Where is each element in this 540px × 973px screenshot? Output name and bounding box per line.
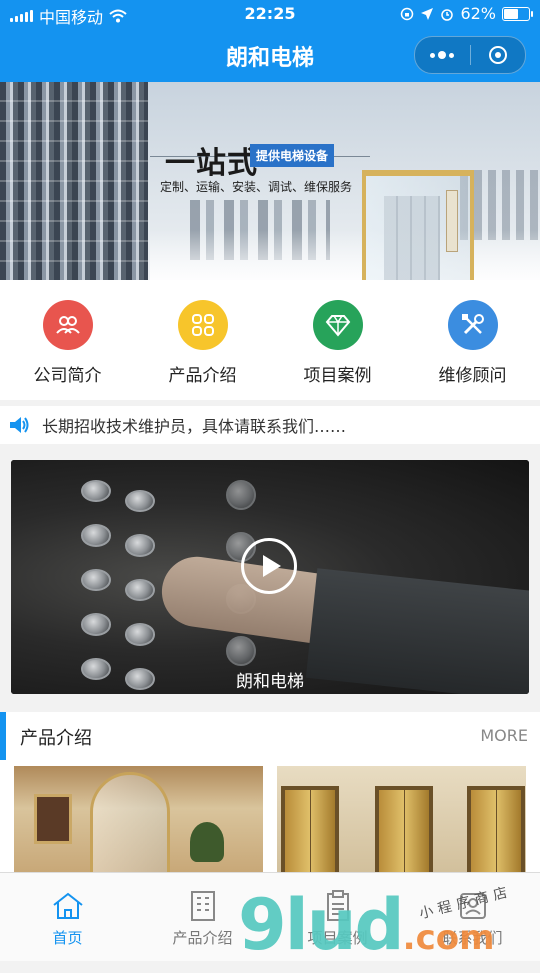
video-player[interactable]: 朗和电梯	[11, 460, 529, 694]
diamond-icon	[325, 315, 350, 337]
menu-item-maintenance[interactable]: 维修顾问	[405, 280, 540, 400]
tab-label: 产品介绍	[172, 929, 233, 947]
home-icon	[52, 892, 83, 919]
menu-item-company[interactable]: 公司简介	[0, 280, 135, 400]
notice-text: 长期招收技术维护员，具体请联系我们……	[42, 417, 347, 436]
menu-icon-bg	[447, 300, 498, 350]
rotation-lock-icon	[401, 7, 414, 20]
video-caption: 朗和电梯	[236, 672, 304, 692]
banner-tag: 提供电梯设备	[250, 144, 335, 167]
skyscraper-image	[0, 82, 148, 280]
nav-bar: 朗和电梯	[0, 28, 540, 82]
more-dots-icon	[430, 51, 455, 59]
product-card-villa-elevator[interactable]	[14, 766, 263, 872]
elevator-control-panel	[446, 190, 458, 252]
menu-label: 项目案例	[303, 366, 372, 386]
people-icon	[55, 316, 80, 334]
speaker-icon	[10, 417, 29, 433]
section-title: 产品介绍	[20, 728, 92, 749]
alarm-icon	[441, 8, 454, 21]
battery-percent: 62%	[460, 4, 496, 23]
menu-item-products[interactable]: 产品介绍	[135, 280, 270, 400]
building-icon	[190, 891, 215, 921]
banner-services: 定制、运输、安装、调试、维保服务	[160, 180, 353, 194]
menu-label: 维修顾问	[438, 366, 507, 386]
tools-icon	[461, 314, 484, 335]
tab-label: 首页	[52, 929, 83, 947]
grid-icon	[191, 314, 214, 336]
product-section-header: 产品介绍 MORE	[0, 712, 540, 760]
menu-item-projects[interactable]: 项目案例	[270, 280, 405, 400]
quick-menu: 公司简介 产品介绍 项目案例 维修顾问	[0, 280, 540, 400]
menu-icon-bg	[312, 300, 363, 350]
close-button[interactable]	[471, 37, 526, 73]
close-target-icon	[488, 46, 507, 64]
tab-home[interactable]: 首页	[0, 873, 135, 961]
battery-fill	[504, 8, 518, 19]
product-list	[0, 760, 540, 872]
play-button[interactable]	[241, 538, 297, 594]
menu-label: 公司简介	[33, 366, 102, 386]
mini-program-capsule	[414, 36, 526, 74]
product-card-passenger-elevator[interactable]	[277, 766, 526, 872]
more-link[interactable]: MORE	[480, 726, 528, 745]
more-button[interactable]	[415, 37, 470, 73]
menu-label: 产品介绍	[168, 366, 237, 386]
status-bar: 中国移动 22:25 62%	[0, 0, 540, 28]
banner-headline: 一站式	[165, 146, 258, 181]
notice-bar[interactable]: 长期招收技术维护员，具体请联系我们……	[0, 406, 540, 444]
battery-icon	[502, 6, 533, 21]
banner-carousel[interactable]: 一站式 提供电梯设备 定制、运输、安装、调试、维保服务	[0, 82, 540, 280]
menu-icon-bg	[177, 300, 228, 350]
menu-icon-bg	[42, 300, 93, 350]
elevator-buttons-image	[81, 480, 111, 681]
location-icon	[421, 7, 434, 20]
